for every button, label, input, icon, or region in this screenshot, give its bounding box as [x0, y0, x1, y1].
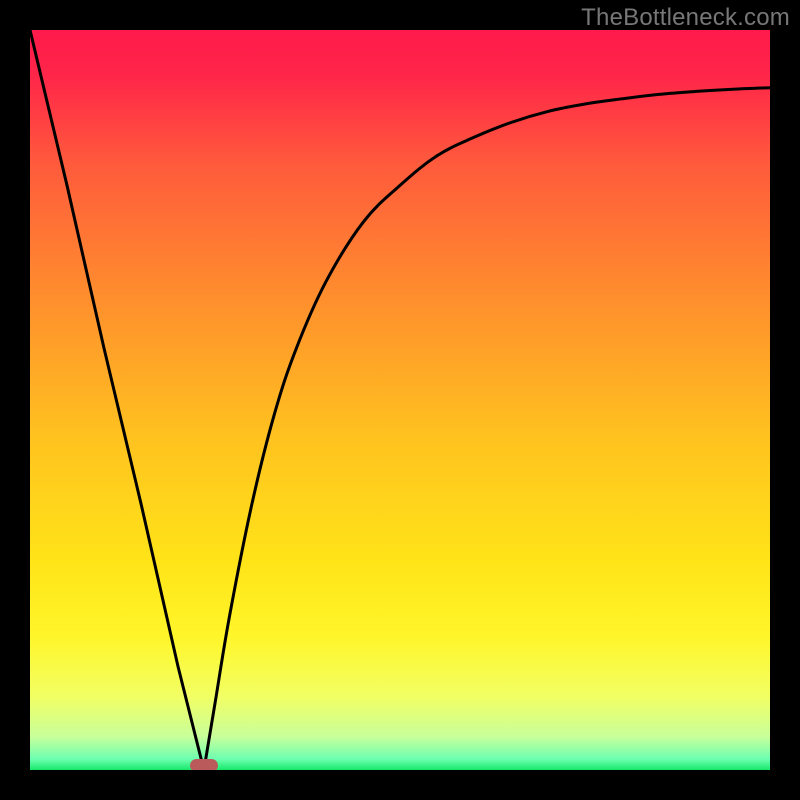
bottleneck-curve — [30, 30, 770, 770]
chart-frame: TheBottleneck.com — [0, 0, 800, 800]
plot-area — [30, 30, 770, 770]
watermark-text: TheBottleneck.com — [581, 4, 790, 32]
sweet-spot-marker — [190, 759, 218, 770]
